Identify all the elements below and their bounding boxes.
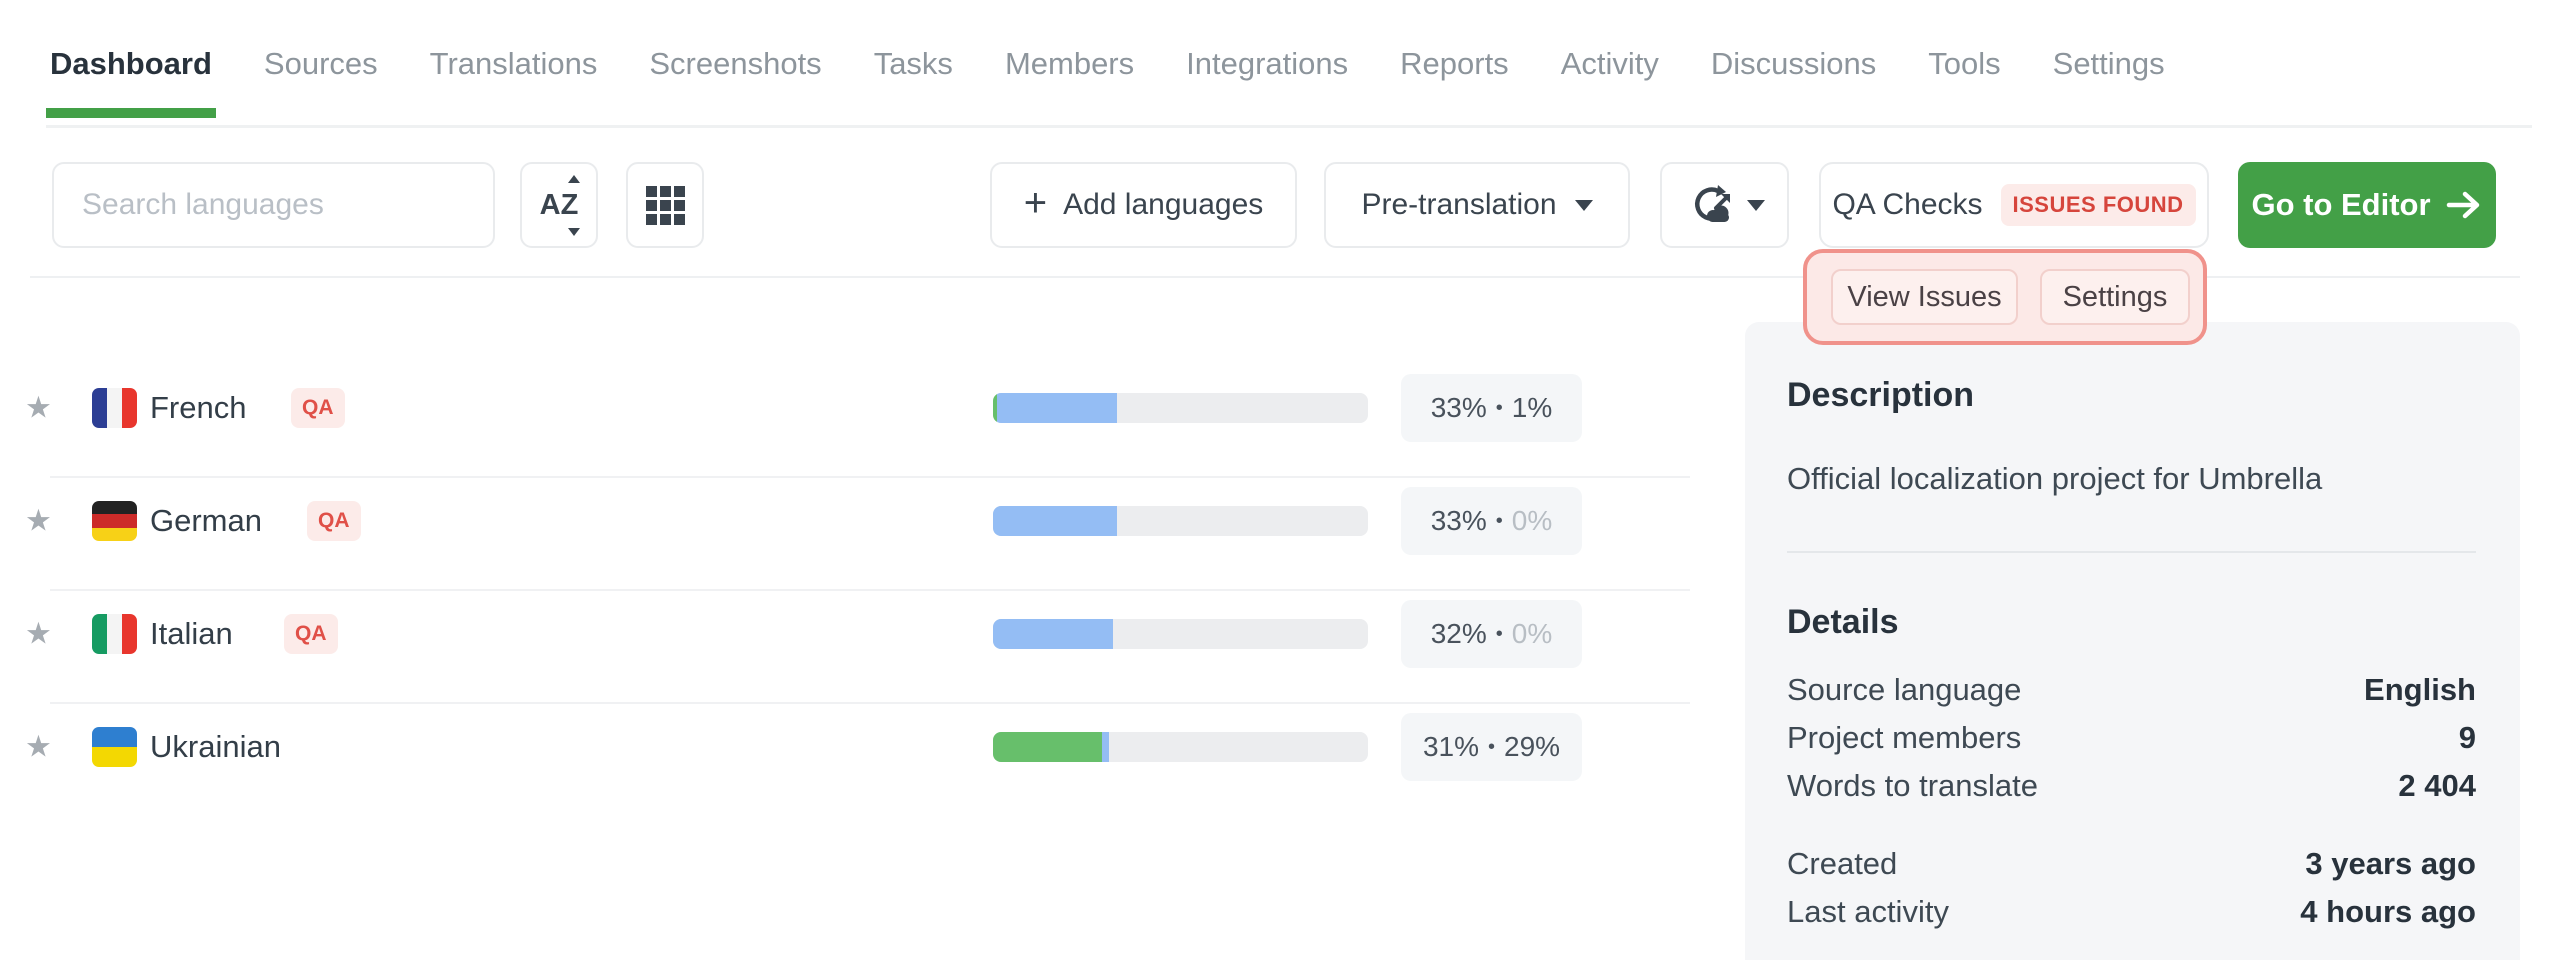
project-nav: Dashboard Sources Translations Screensho… xyxy=(50,0,2165,127)
issues-found-badge: ISSUES FOUND xyxy=(2001,184,2196,226)
detail-row-last-activity: Last activity 4 hours ago xyxy=(1787,888,2476,936)
sort-alpha-icon: AZ xyxy=(540,189,579,222)
tab-activity[interactable]: Activity xyxy=(1561,46,1659,82)
qa-badge[interactable]: QA xyxy=(291,388,345,428)
france-flag-icon xyxy=(92,388,137,428)
separator-dot: • xyxy=(1496,623,1503,646)
description-title: Description xyxy=(1787,376,2476,415)
progress-label: 32% • 0% xyxy=(1401,600,1582,668)
language-row-french[interactable]: ★ French QA 33% • 1% xyxy=(0,353,1690,463)
separator-dot: • xyxy=(1496,510,1503,533)
tab-integrations[interactable]: Integrations xyxy=(1186,46,1348,82)
project-dashboard: Dashboard Sources Translations Screensho… xyxy=(0,0,2550,960)
favorite-star-icon[interactable]: ★ xyxy=(25,504,52,539)
language-row-italian[interactable]: ★ Italian QA 32% • 0% xyxy=(0,579,1690,689)
qa-checks-popup: View Issues Settings xyxy=(1803,249,2207,345)
chevron-down-icon xyxy=(1747,200,1765,211)
translated-progress-segment xyxy=(993,619,1113,649)
language-row-ukrainian[interactable]: ★ Ukrainian 31% • 29% xyxy=(0,692,1690,802)
progress-bar xyxy=(993,619,1368,649)
pre-translation-dropdown[interactable]: Pre-translation xyxy=(1324,162,1630,248)
qa-checks-button[interactable]: QA Checks ISSUES FOUND xyxy=(1819,162,2209,248)
progress-bar xyxy=(993,506,1368,536)
tab-members[interactable]: Members xyxy=(1005,46,1134,82)
search-languages-field xyxy=(52,162,495,248)
language-name[interactable]: French xyxy=(150,390,246,426)
tab-screenshots[interactable]: Screenshots xyxy=(649,46,821,82)
tab-dashboard[interactable]: Dashboard xyxy=(50,46,212,82)
add-languages-button[interactable]: + Add languages xyxy=(990,162,1297,248)
progress-bar xyxy=(993,732,1368,762)
ukraine-flag-icon xyxy=(92,727,137,767)
detail-row-created: Created 3 years ago xyxy=(1787,840,2476,888)
detail-row-words-to-translate: Words to translate 2 404 xyxy=(1787,762,2476,810)
language-row-german[interactable]: ★ German QA 33% • 0% xyxy=(0,466,1690,576)
cloud-sync-icon xyxy=(1685,184,1733,226)
grid-icon xyxy=(646,186,685,225)
tab-tasks[interactable]: Tasks xyxy=(874,46,953,82)
go-to-editor-button[interactable]: Go to Editor xyxy=(2238,162,2496,248)
activity-group: Created 3 years ago Last activity 4 hour… xyxy=(1787,840,2476,936)
qa-badge[interactable]: QA xyxy=(284,614,338,654)
qa-checks-label: QA Checks xyxy=(1832,188,1982,222)
detail-row-source-language: Source language English xyxy=(1787,666,2476,714)
details-title: Details xyxy=(1787,603,2476,642)
chevron-down-icon xyxy=(1575,200,1593,211)
progress-bar xyxy=(993,393,1368,423)
italy-flag-icon xyxy=(92,614,137,654)
qa-settings-button[interactable]: Settings xyxy=(2040,269,2190,325)
sort-alphabetical-button[interactable]: AZ xyxy=(520,162,598,248)
approved-progress-segment xyxy=(993,732,1102,762)
add-languages-label: Add languages xyxy=(1063,188,1263,222)
favorite-star-icon[interactable]: ★ xyxy=(25,391,52,426)
germany-flag-icon xyxy=(92,501,137,541)
progress-label: 33% • 0% xyxy=(1401,487,1582,555)
grid-view-button[interactable] xyxy=(626,162,704,248)
language-name[interactable]: Ukrainian xyxy=(150,729,281,765)
translated-progress-segment xyxy=(993,506,1117,536)
separator-dot: • xyxy=(1488,736,1495,759)
tab-discussions[interactable]: Discussions xyxy=(1711,46,1876,82)
tab-sources[interactable]: Sources xyxy=(264,46,378,82)
separator-dot: • xyxy=(1496,397,1503,420)
language-name[interactable]: German xyxy=(150,503,262,539)
go-to-editor-label: Go to Editor xyxy=(2251,187,2430,223)
progress-label: 33% • 1% xyxy=(1401,374,1582,442)
arrow-right-icon xyxy=(2445,190,2483,220)
cloud-sync-dropdown[interactable] xyxy=(1660,162,1789,248)
qa-badge[interactable]: QA xyxy=(307,501,361,541)
favorite-star-icon[interactable]: ★ xyxy=(25,617,52,652)
translated-progress-segment xyxy=(1102,732,1110,762)
project-details-panel: Description Official localization projec… xyxy=(1745,322,2520,960)
view-issues-button[interactable]: View Issues xyxy=(1831,269,2018,325)
search-input[interactable] xyxy=(52,162,495,248)
plus-icon: + xyxy=(1024,183,1047,223)
language-name[interactable]: Italian xyxy=(150,616,233,652)
description-text: Official localization project for Umbrel… xyxy=(1787,461,2476,497)
tab-settings[interactable]: Settings xyxy=(2053,46,2165,82)
tab-tools[interactable]: Tools xyxy=(1928,46,2000,82)
tab-reports[interactable]: Reports xyxy=(1400,46,1509,82)
detail-row-project-members: Project members 9 xyxy=(1787,714,2476,762)
panel-divider xyxy=(1787,551,2476,553)
pre-translation-label: Pre-translation xyxy=(1361,188,1556,222)
favorite-star-icon[interactable]: ★ xyxy=(25,730,52,765)
translated-progress-segment xyxy=(997,393,1117,423)
tab-translations[interactable]: Translations xyxy=(430,46,598,82)
progress-label: 31% • 29% xyxy=(1401,713,1582,781)
